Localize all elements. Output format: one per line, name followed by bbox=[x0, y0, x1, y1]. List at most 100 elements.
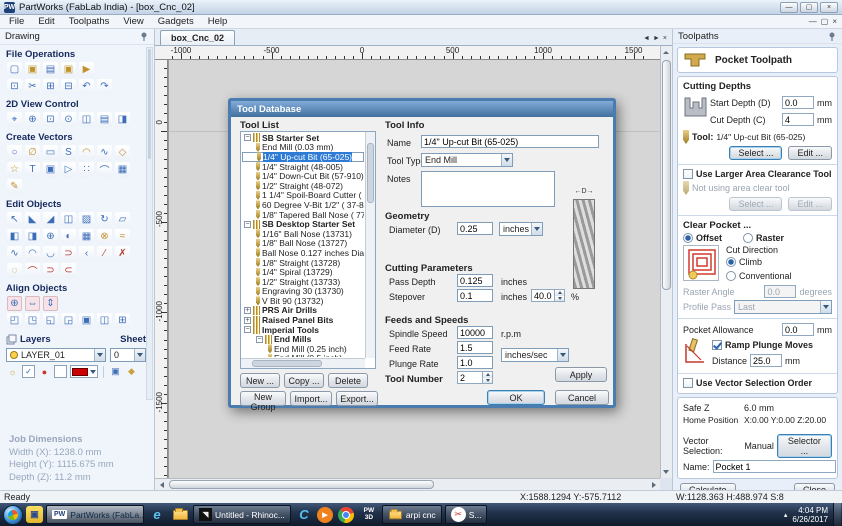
units-select[interactable]: inches bbox=[499, 222, 543, 236]
delete-object-icon[interactable]: ▨ bbox=[79, 212, 94, 227]
menu-view[interactable]: View bbox=[116, 16, 150, 27]
dialog-title-bar[interactable]: Tool Database bbox=[231, 101, 613, 117]
new-tool-button[interactable]: New ... bbox=[240, 373, 280, 388]
tool-type-select[interactable]: End Mill bbox=[421, 153, 513, 167]
text-on-curve-icon[interactable]: ⌒ bbox=[97, 162, 112, 177]
align-middle-icon[interactable]: ▣ bbox=[79, 313, 94, 328]
tree-group[interactable]: + PRS Air Drills bbox=[242, 305, 364, 315]
tool-edit-button[interactable]: Edit ... bbox=[788, 146, 832, 160]
pin-icon[interactable] bbox=[828, 32, 837, 41]
stepover-input[interactable] bbox=[457, 289, 493, 302]
join-open-icon[interactable]: ⊃ bbox=[43, 263, 58, 278]
align-top-left-icon[interactable]: ◰ bbox=[7, 313, 22, 328]
zoom-fit-icon[interactable]: ▤ bbox=[97, 112, 112, 127]
tree-item[interactable]: 1/4" Spiral (13729) bbox=[242, 267, 364, 277]
mdi-maximize-button[interactable]: ▢ bbox=[821, 16, 829, 28]
ramp-checkbox[interactable] bbox=[712, 340, 722, 350]
menu-edit[interactable]: Edit bbox=[31, 16, 61, 27]
tree-item[interactable]: 1/16" Ball Nose (13731) bbox=[242, 229, 364, 239]
minimize-button[interactable]: — bbox=[780, 1, 798, 13]
tool-number-input[interactable] bbox=[457, 371, 483, 384]
align-horizontal-icon[interactable]: ⇔ bbox=[25, 296, 40, 311]
distance-input[interactable] bbox=[750, 354, 783, 367]
merge-layer-icon[interactable]: ◆ bbox=[125, 365, 138, 378]
apply-button[interactable]: Apply bbox=[555, 367, 607, 382]
spinner-arrows[interactable] bbox=[555, 289, 565, 302]
cut-icon[interactable]: ✂ bbox=[25, 79, 40, 94]
expander-icon[interactable]: + bbox=[244, 316, 251, 324]
extend-icon[interactable]: ‹ bbox=[79, 246, 94, 261]
raster-radio[interactable] bbox=[743, 233, 754, 243]
import-file-icon[interactable]: ▣ bbox=[61, 62, 76, 77]
left-panel-scrollbar[interactable] bbox=[146, 47, 153, 400]
draw-polyline-icon[interactable]: ∿ bbox=[97, 145, 112, 160]
undo-icon[interactable]: ↶ bbox=[79, 79, 94, 94]
redo-icon[interactable]: ↷ bbox=[97, 79, 112, 94]
align-bottom-left-icon[interactable]: ◱ bbox=[43, 313, 58, 328]
paste-icon[interactable]: ⊟ bbox=[61, 79, 76, 94]
center-icon[interactable]: ⊕ bbox=[43, 229, 58, 244]
tree-item[interactable]: 1/8" Straight (13728) bbox=[242, 258, 364, 268]
sheet-select-arrow-icon[interactable] bbox=[134, 349, 145, 361]
draw-rectangle-icon[interactable]: ▭ bbox=[43, 145, 58, 160]
arc-fit-icon[interactable]: ◠ bbox=[25, 246, 40, 261]
toggle-view-icon[interactable]: ◨ bbox=[115, 112, 130, 127]
horizontal-scrollbar[interactable] bbox=[155, 478, 660, 490]
tree-item[interactable]: 1/8" Tapered Ball Nose ( 77-10 bbox=[242, 210, 364, 220]
vertical-scrollbar[interactable] bbox=[660, 46, 672, 478]
save-file-icon[interactable]: ▤ bbox=[43, 62, 58, 77]
tool-select-button[interactable]: Select ... bbox=[729, 146, 783, 160]
new-drawing-icon[interactable]: ▢ bbox=[7, 62, 22, 77]
align-right-icon[interactable]: ⊞ bbox=[115, 313, 130, 328]
show-desktop-button[interactable] bbox=[833, 503, 841, 526]
ie-icon[interactable]: e bbox=[147, 505, 167, 525]
selector-button[interactable]: Selector ... bbox=[776, 434, 832, 458]
select-text-icon[interactable]: ▷ bbox=[61, 162, 76, 177]
tree-item[interactable]: Ball Nose 0.127 inches Dia bbox=[242, 248, 364, 258]
close-button[interactable]: × bbox=[820, 1, 838, 13]
tree-group[interactable]: − SB Starter Set bbox=[242, 133, 364, 143]
cancel-button[interactable]: Cancel bbox=[555, 390, 609, 405]
align-top-right-icon[interactable]: ◳ bbox=[25, 313, 40, 328]
align-vertical-icon[interactable]: ⇕ bbox=[43, 296, 58, 311]
draw-circle-icon[interactable]: ○ bbox=[7, 145, 22, 160]
calculate-button[interactable]: Calculate bbox=[680, 483, 736, 490]
tree-group[interactable]: − SB Desktop Starter Set bbox=[242, 219, 364, 229]
close-button[interactable]: Close bbox=[793, 483, 835, 490]
zoom-in-icon[interactable]: ⊕ bbox=[25, 112, 40, 127]
mdi-close-button[interactable]: × bbox=[832, 16, 837, 28]
tab-box-cnc-02[interactable]: box_Cnc_02 bbox=[160, 30, 236, 45]
tree-item[interactable]: 1/4" Up-cut Bit (65-025) bbox=[242, 151, 364, 162]
offset-icon[interactable]: ◐ bbox=[61, 229, 76, 244]
plunge-rate-input[interactable] bbox=[457, 356, 493, 369]
expander-icon[interactable]: − bbox=[244, 220, 251, 228]
menu-file[interactable]: File bbox=[2, 16, 31, 27]
delete-span-icon[interactable]: ✗ bbox=[115, 246, 130, 261]
align-center-icon[interactable]: ⊕ bbox=[7, 296, 22, 311]
notes-textarea[interactable] bbox=[421, 171, 555, 207]
weld-icon[interactable]: ⊗ bbox=[97, 229, 112, 244]
new-group-button[interactable]: New Group bbox=[240, 391, 286, 412]
rotate-icon[interactable]: ↻ bbox=[97, 212, 112, 227]
selection-icon[interactable]: ⊡ bbox=[7, 79, 22, 94]
tree-item[interactable]: End Mill (0.25 inch) bbox=[242, 344, 364, 354]
tray-expand-icon[interactable]: ▴ bbox=[784, 511, 788, 519]
tree-item[interactable]: 60 Degree V-Bit 1/2" ( 37-82) bbox=[242, 200, 364, 210]
tab-next-button[interactable]: ► bbox=[653, 35, 660, 42]
copy-tool-button[interactable]: Copy ... bbox=[284, 373, 324, 388]
pin-icon[interactable] bbox=[140, 32, 149, 41]
diameter-input[interactable] bbox=[457, 222, 493, 235]
scroll-down-icon[interactable] bbox=[660, 466, 672, 478]
delete-tool-button[interactable]: Delete bbox=[328, 373, 368, 388]
pan-icon[interactable]: ⌖ bbox=[7, 112, 22, 127]
offset-radio[interactable] bbox=[683, 233, 693, 243]
draw-polygon-icon[interactable]: ◇ bbox=[115, 145, 130, 160]
scroll-up-icon[interactable] bbox=[660, 46, 672, 58]
expander-icon[interactable]: − bbox=[256, 335, 263, 343]
tree-item[interactable]: 1/4" Straight (48-005) bbox=[242, 162, 364, 172]
tree-item[interactable]: 1/4" Down-Cut Bit (57-910) bbox=[242, 171, 364, 181]
tab-close-button[interactable]: × bbox=[663, 35, 667, 42]
ok-button[interactable]: OK bbox=[487, 390, 545, 405]
app-icon[interactable]: ▣ bbox=[26, 506, 43, 523]
feed-rate-input[interactable] bbox=[457, 341, 493, 354]
